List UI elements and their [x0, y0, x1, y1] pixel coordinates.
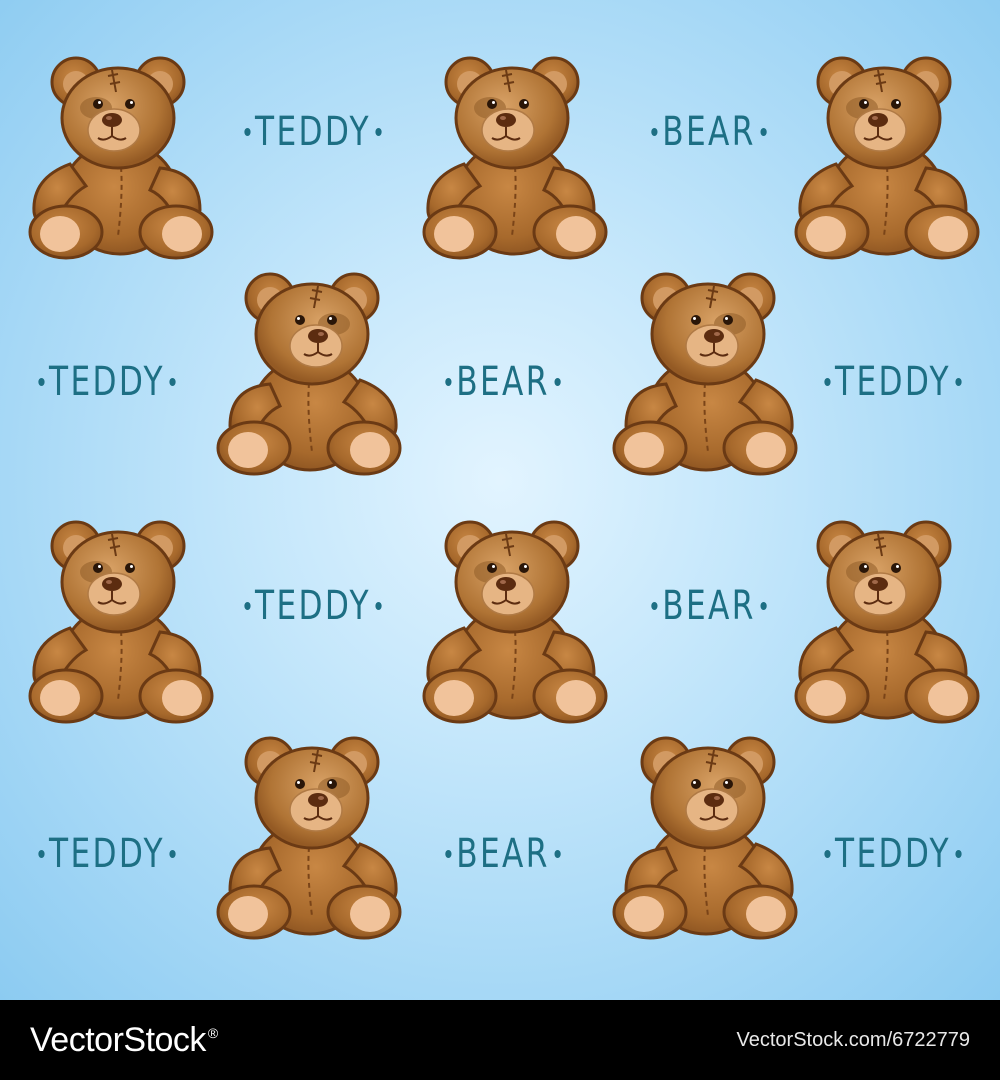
dot-icon: [955, 378, 962, 386]
dot-icon: [760, 602, 767, 610]
teddy-label: TEDDY: [824, 826, 962, 882]
teddy-bear-icon: [612, 262, 798, 477]
dot-icon: [445, 378, 452, 386]
dot-icon: [38, 850, 45, 858]
dot-icon: [445, 850, 452, 858]
dot-icon: [244, 602, 251, 610]
word-text: TEDDY: [49, 359, 165, 405]
teddy-bear-icon: [216, 262, 402, 477]
dot-icon: [375, 128, 382, 136]
teddy-bear-icon: [422, 510, 608, 725]
teddy-bear-icon: [28, 510, 214, 725]
teddy-label: TEDDY: [824, 354, 962, 410]
teddy-bear-icon: [794, 510, 980, 725]
word-text: TEDDY: [835, 359, 951, 405]
teddy-bear-icon: [794, 46, 980, 261]
word-text: TEDDY: [835, 831, 951, 877]
word-text: TEDDY: [255, 109, 371, 155]
word-text: BEAR: [662, 583, 756, 629]
dot-icon: [554, 850, 561, 858]
image-id-url: VectorStock.com/6722779: [736, 1028, 970, 1051]
dot-icon: [824, 850, 831, 858]
dot-icon: [760, 128, 767, 136]
brand-name: VectorStock: [30, 1020, 206, 1059]
dot-icon: [244, 128, 251, 136]
registered-mark: ®: [207, 1025, 218, 1042]
teddy-bear-pattern: TEDDY BEAR TEDDY BEAR TEDDY TEDDY BEAR T…: [0, 0, 1000, 1000]
dot-icon: [554, 378, 561, 386]
bear-label: BEAR: [643, 578, 776, 634]
teddy-label: TEDDY: [38, 354, 176, 410]
dot-icon: [169, 378, 176, 386]
dot-icon: [955, 850, 962, 858]
vectorstock-logo: VectorStock ®: [30, 1021, 218, 1060]
bear-label: BEAR: [437, 826, 570, 882]
teddy-bear-icon: [422, 46, 608, 261]
teddy-bear-icon: [216, 726, 402, 941]
watermark-footer: VectorStock ® VectorStock.com/6722779: [0, 1000, 1000, 1080]
dot-icon: [824, 378, 831, 386]
teddy-bear-icon: [612, 726, 798, 941]
word-text: TEDDY: [255, 583, 371, 629]
teddy-bear-icon: [28, 46, 214, 261]
dot-icon: [651, 602, 658, 610]
teddy-label: TEDDY: [244, 104, 382, 160]
dot-icon: [169, 850, 176, 858]
dot-icon: [375, 602, 382, 610]
teddy-label: TEDDY: [244, 578, 382, 634]
word-text: BEAR: [662, 109, 756, 155]
word-text: BEAR: [456, 831, 550, 877]
teddy-label: TEDDY: [38, 826, 176, 882]
dot-icon: [38, 378, 45, 386]
word-text: BEAR: [456, 359, 550, 405]
bear-label: BEAR: [643, 104, 776, 160]
bear-label: BEAR: [437, 354, 570, 410]
word-text: TEDDY: [49, 831, 165, 877]
dot-icon: [651, 128, 658, 136]
